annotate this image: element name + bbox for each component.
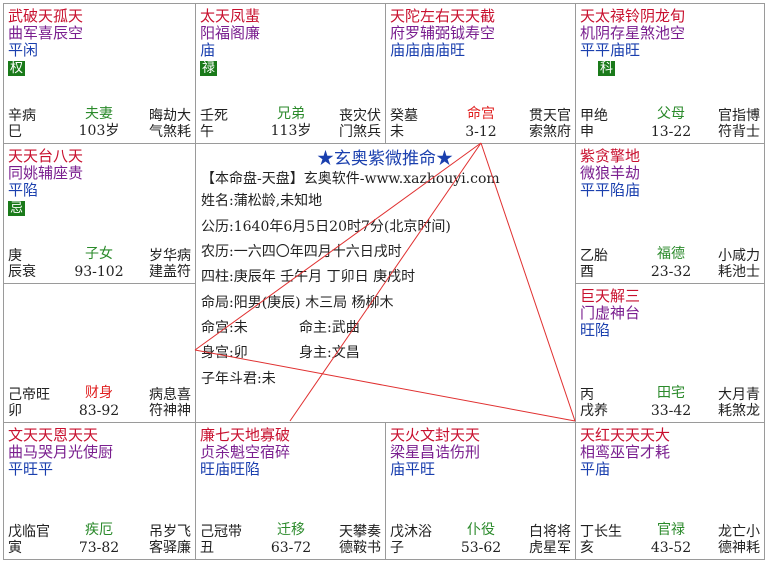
line-ming-to-cai xyxy=(194,142,482,351)
ziwei-chart: 武破天孤天 曲军喜辰空 平闲 权 辛病巳 夫妻 103岁 晦劫大 气煞耗 太天凤蜚… xyxy=(0,0,768,563)
line-cai-to-guan xyxy=(194,349,576,422)
line-ming-to-guan xyxy=(480,142,576,422)
sanfang-lines xyxy=(194,142,576,422)
line-ming-to-qianyi xyxy=(289,142,482,422)
